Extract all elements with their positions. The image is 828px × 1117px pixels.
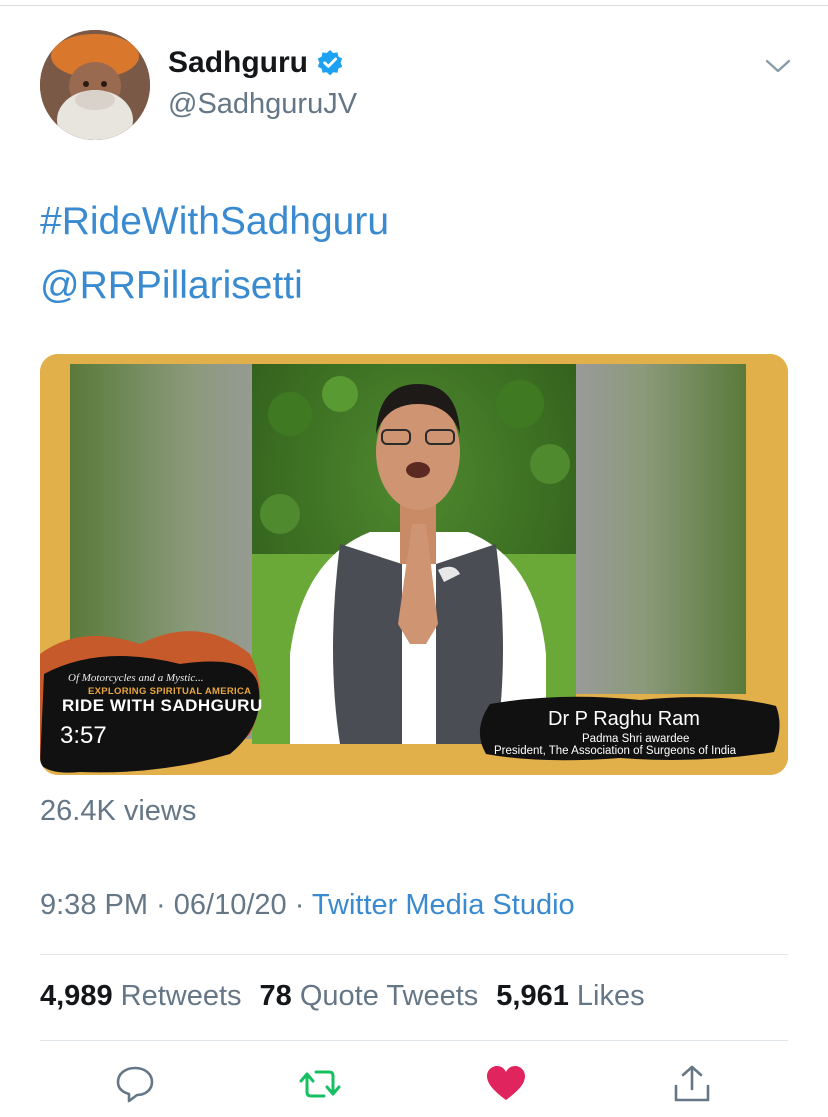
like-icon[interactable] xyxy=(484,1062,528,1106)
retweet-icon[interactable] xyxy=(298,1062,342,1106)
hashtag-link[interactable]: #RideWithSadhguru xyxy=(40,190,389,254)
mention-link[interactable]: @RRPillarisetti xyxy=(40,254,389,318)
reply-icon[interactable] xyxy=(113,1062,157,1106)
meta-separator: · xyxy=(148,889,174,921)
tweet-meta: 9:38 PM · 06/10/20 · Twitter Media Studi… xyxy=(40,889,575,922)
avatar[interactable] xyxy=(40,30,150,140)
retweets-label: Retweets xyxy=(120,980,242,1012)
overlay-person-title: President, The Association of Surgeons o… xyxy=(494,745,737,757)
quote-tweets-count: 78 xyxy=(259,980,292,1012)
overlay-title: RIDE WITH SADHGURU xyxy=(62,696,263,715)
divider xyxy=(40,1040,788,1041)
overlay-person-award: Padma Shri awardee xyxy=(582,733,690,745)
quote-tweets-label: Quote Tweets xyxy=(299,980,479,1012)
likes-count: 5,961 xyxy=(496,980,569,1012)
meta-separator: · xyxy=(286,889,312,921)
overlay-person-name: Dr P Raghu Ram xyxy=(548,708,700,730)
tweet-text: #RideWithSadhguru @RRPillarisetti xyxy=(40,190,389,318)
retweets-count: 4,989 xyxy=(40,980,113,1012)
video-duration: 3:57 xyxy=(60,722,107,749)
divider xyxy=(40,954,788,955)
quote-tweets-stat[interactable]: 78 Quote Tweets xyxy=(260,980,479,1013)
tweet-time[interactable]: 9:38 PM xyxy=(40,889,148,921)
display-name[interactable]: Sadhguru xyxy=(168,46,308,80)
likes-label: Likes xyxy=(576,980,645,1012)
author-handle[interactable]: @SadhguruJV xyxy=(168,88,357,121)
chevron-down-icon[interactable] xyxy=(764,52,792,80)
action-bar xyxy=(0,1060,828,1110)
tweet-date[interactable]: 06/10/20 xyxy=(174,889,287,921)
share-icon[interactable] xyxy=(670,1062,714,1106)
verified-badge-icon xyxy=(316,49,344,77)
likes-stat[interactable]: 5,961 Likes xyxy=(496,980,644,1013)
engagement-stats: 4,989 Retweets 78 Quote Tweets 5,961 Lik… xyxy=(40,980,663,1013)
retweets-stat[interactable]: 4,989 Retweets xyxy=(40,980,242,1013)
tweet-source-link[interactable]: Twitter Media Studio xyxy=(312,889,575,921)
author-name-row[interactable]: Sadhguru xyxy=(168,46,344,80)
overlay-script-text: Of Motorcycles and a Mystic... xyxy=(68,672,204,684)
view-count: 26.4K views xyxy=(40,795,197,827)
top-divider xyxy=(0,5,828,6)
